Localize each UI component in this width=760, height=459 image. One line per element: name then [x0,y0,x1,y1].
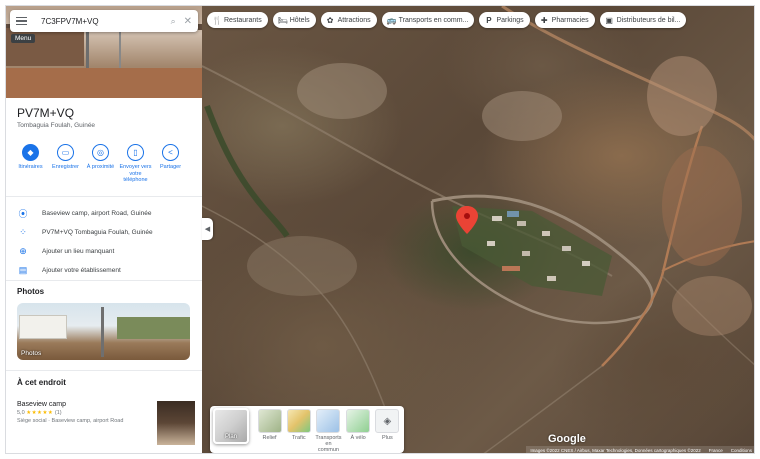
category-chips: 🍴 Restaurants 🛏 Hôtels ✿ Attractions 🚌 Trans… [207,12,687,28]
attractions-icon: ✿ [326,15,334,25]
place-subtitle: Tombaguia Foulah, Guinée [17,122,96,129]
search-box[interactable]: 7C3FPV7M+VQ ⌕ ✕ [10,10,198,32]
close-icon[interactable]: ✕ [184,16,192,27]
add-missing-place-row[interactable]: ⊕ Ajouter un lieu manquant [16,242,153,261]
layer-transit[interactable]: Transports en commun [315,409,342,453]
add-place-icon: ⊕ [19,246,27,256]
chip-attractions[interactable]: ✿ Attractions [320,12,377,28]
pharmacy-icon: ✚ [540,15,548,25]
at-this-place-heading: À cet endroit [17,378,66,387]
nearby-place-thumbnail [157,401,195,445]
place-panel: 7C3FPV7M+VQ ⌕ ✕ Menu PV7M+VQ Tombaguia F… [6,6,202,453]
share-icon: < [162,144,179,161]
chip-parking[interactable]: P Parkings [479,12,530,28]
parking-icon: P [486,15,492,25]
plus-code-row[interactable]: ⁘ PV7M+VQ Tombaguia Foulah, Guinée [16,223,152,242]
add-business-icon: ▤ [18,265,28,275]
save-button[interactable]: ▭ Enregistrer [49,144,82,184]
atm-icon: ▣ [605,15,613,25]
bicycling-thumbnail [346,409,371,433]
photos-heading: Photos [17,287,45,296]
chip-atm[interactable]: ▣ Distributeurs de bil... [599,12,687,28]
location-pin-icon: ⦿ [18,209,28,219]
collapse-panel-button[interactable]: ◀ [202,218,213,240]
hotel-icon: 🛏 [277,15,288,25]
plan-layer-toggle[interactable]: Plan [213,408,249,444]
add-business-row[interactable]: ▤ Ajouter votre établissement [16,261,153,280]
restaurant-icon: 🍴 [212,15,222,25]
nearby-icon: ◎ [92,144,109,161]
place-info-list: ⦿ Baseview camp, airport Road, Guinée ⁘ … [16,204,153,280]
menu-tooltip: Menu [11,34,36,43]
transit-thumbnail [316,409,341,433]
layer-more[interactable]: ◈ Plus [375,409,400,441]
directions-icon: ◆ [22,144,39,161]
address-row[interactable]: ⦿ Baseview camp, airport Road, Guinée [16,204,153,223]
photos-card[interactable]: Photos [17,303,190,360]
chip-hotels[interactable]: 🛏 Hôtels [272,12,316,28]
divider [6,196,202,197]
nearby-button[interactable]: ◎ À proximité [84,144,117,184]
chip-restaurants[interactable]: 🍴 Restaurants [207,12,268,28]
rating-stars-icon: ★★★★★ [26,410,54,416]
layer-relief[interactable]: Relief [257,409,282,441]
chip-transit[interactable]: 🚌 Transports en comm... [381,12,475,28]
phone-send-icon: ▯ [127,144,144,161]
search-input[interactable]: 7C3FPV7M+VQ [41,17,163,26]
country-link[interactable]: France [709,448,723,453]
terms-link[interactable]: Conditions [731,448,752,453]
place-title: PV7M+VQ [17,106,75,120]
chip-pharmacies[interactable]: ✚ Pharmacies [534,12,595,28]
divider [6,370,202,371]
bookmark-icon: ▭ [57,144,74,161]
directions-button[interactable]: ◆ Itinéraires [14,144,47,184]
share-button[interactable]: < Partager [154,144,187,184]
map-attribution: Images ©2022 CNES / Airbus, Maxar Techno… [526,446,754,453]
send-to-phone-button[interactable]: ▯ Envoyer vers votre téléphone [119,144,152,184]
menu-icon[interactable] [16,16,27,26]
satellite-map[interactable]: 🍴 Restaurants 🛏 Hôtels ✿ Attractions 🚌 Trans… [202,6,754,453]
traffic-thumbnail [286,409,311,433]
relief-thumbnail [257,409,282,433]
layers-icon: ◈ [375,409,400,433]
action-buttons: ◆ Itinéraires ▭ Enregistrer ◎ À proximit… [14,144,187,184]
search-icon[interactable]: ⌕ [171,16,176,27]
transit-icon: 🚌 [386,15,397,25]
google-logo: Google [548,433,586,445]
plus-code-icon: ⁘ [19,227,27,237]
maps-window: 🍴 Restaurants 🛏 Hôtels ✿ Attractions 🚌 Trans… [5,5,755,454]
divider [6,280,202,281]
map-features [202,6,754,453]
nearby-place-item[interactable]: Baseview camp 5,0 ★★★★★ (1) Siège social… [17,401,195,447]
layer-bicycling[interactable]: À vélo [345,409,371,441]
layer-traffic[interactable]: Trafic [286,409,311,441]
chevron-left-icon: ◀ [204,226,211,233]
